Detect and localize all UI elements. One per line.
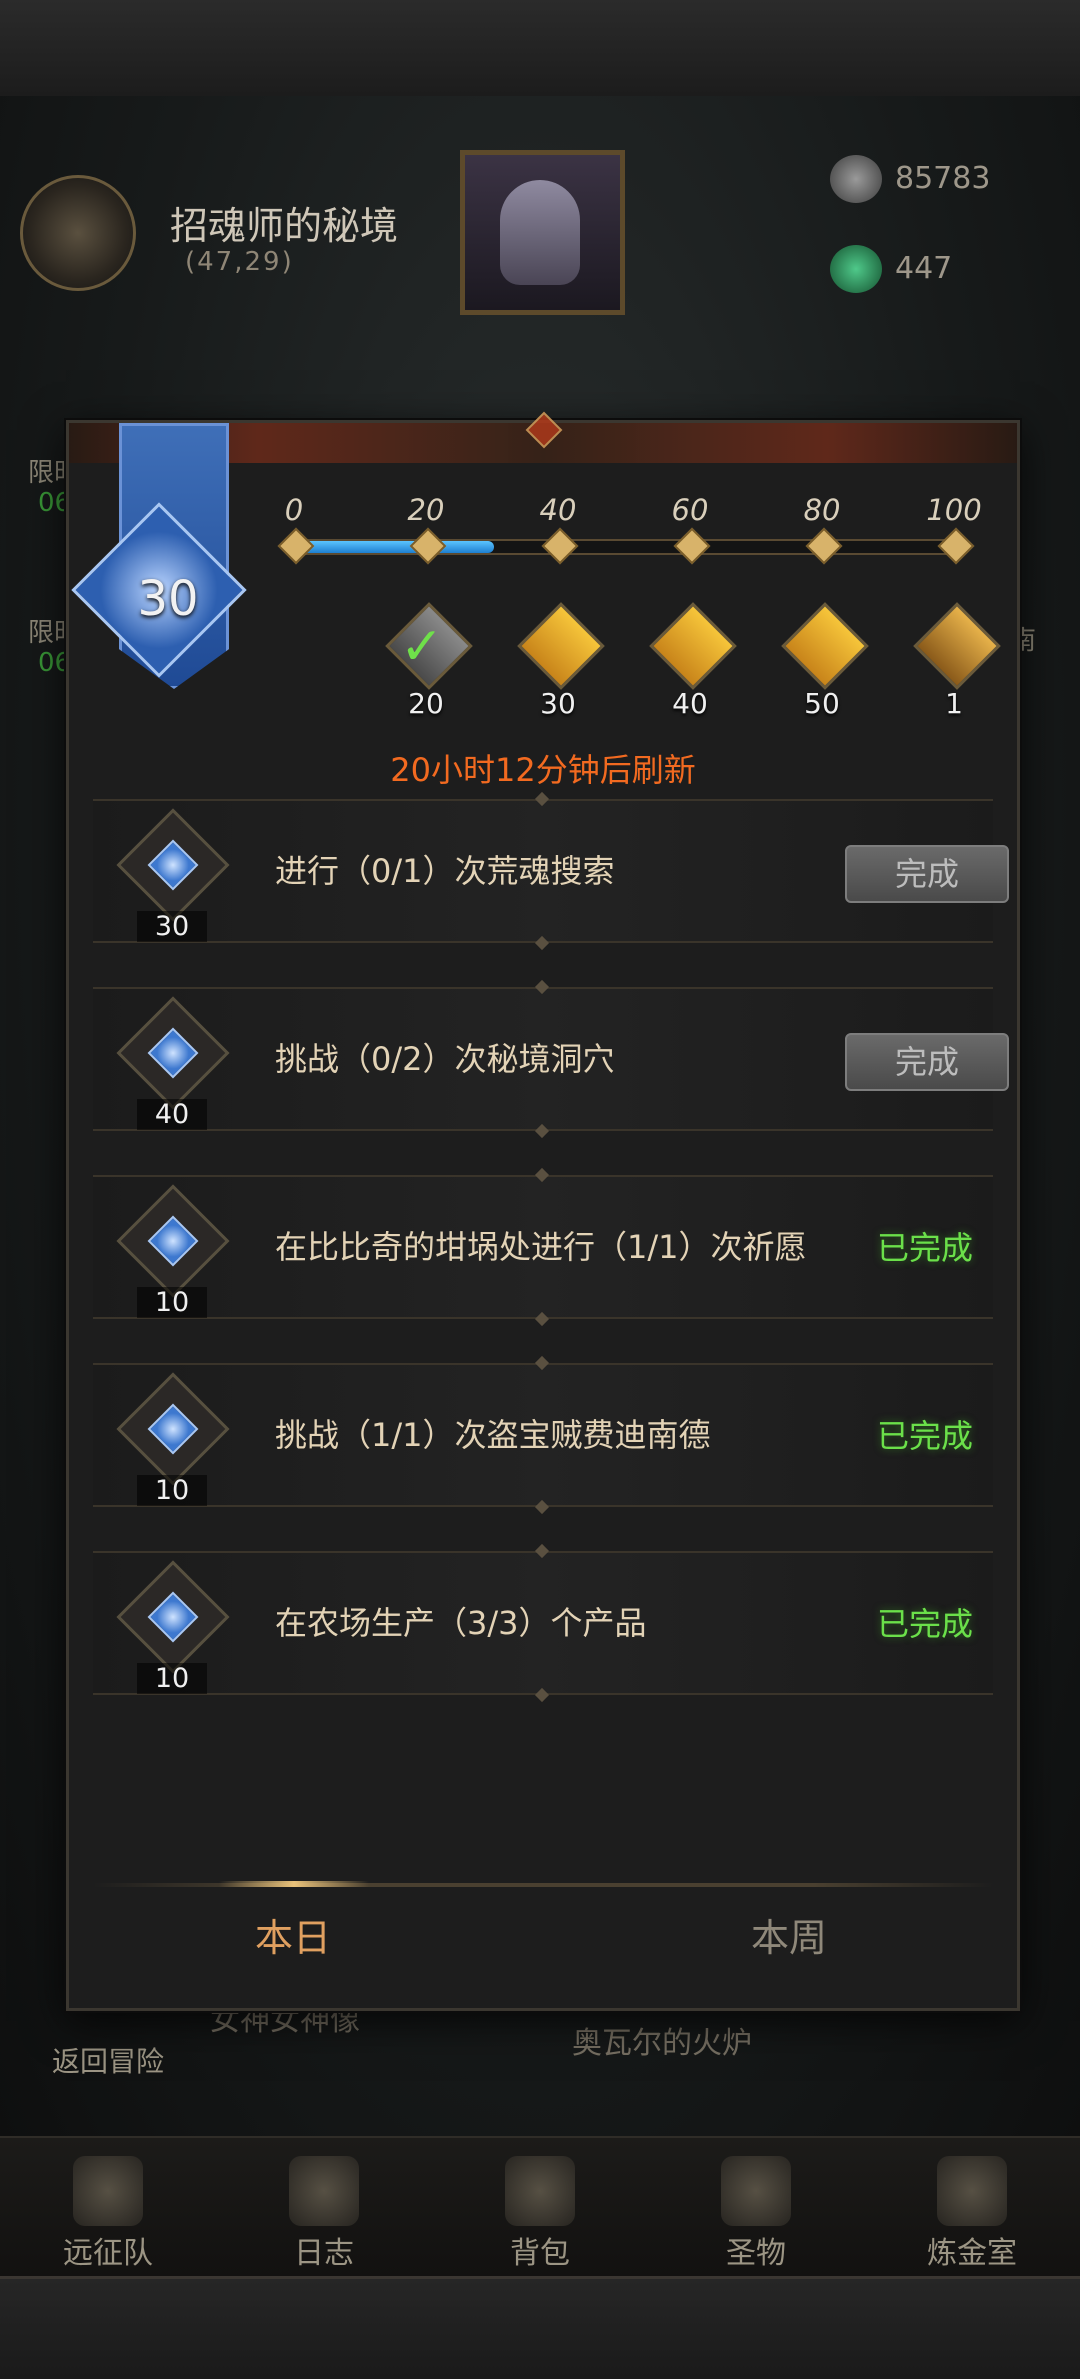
nav-label: 背包 xyxy=(510,2236,570,2271)
complete-button[interactable]: 完成 xyxy=(845,1033,1009,1091)
nav-item-expedition[interactable]: 远征队 xyxy=(0,2138,216,2278)
tick-marker xyxy=(277,527,315,565)
scroll-icon xyxy=(517,602,605,690)
reward-count: 50 xyxy=(804,687,840,720)
bottom-nav: 远征队 日志 背包 圣物 炼金室 xyxy=(0,2136,1080,2278)
task-points: 40 xyxy=(137,1099,207,1130)
nav-label: 圣物 xyxy=(726,2236,786,2271)
location-name: 招魂师的秘境 xyxy=(170,204,399,248)
task-points: 10 xyxy=(137,1663,207,1694)
reward-chest-60[interactable]: 40 xyxy=(640,602,740,723)
tick-label: 0 xyxy=(284,493,304,527)
task-description: 在比比奇的坩埚处进行（1/1）次祈愿 xyxy=(275,1228,807,1266)
nav-label: 炼金室 xyxy=(927,2236,1017,2271)
tick-marker xyxy=(673,527,711,565)
nav-item-backpack[interactable]: 背包 xyxy=(432,2138,648,2278)
check-icon: ✓ xyxy=(400,617,444,677)
torch-icon xyxy=(721,2156,791,2226)
location-coords: (47,29) xyxy=(185,247,294,277)
task-row: 30 进行（0/1）次荒魂搜索 完成 xyxy=(93,799,1009,943)
bottom-frame xyxy=(0,2276,1080,2379)
task-badge: 40 xyxy=(116,996,230,1130)
task-row: 40 挑战（0/2）次秘境洞穴 完成 xyxy=(93,987,1009,1131)
reward-count: 1 xyxy=(945,687,963,720)
tick-marker xyxy=(805,527,843,565)
tick-label: 100 xyxy=(926,493,982,527)
reward-count: 20 xyxy=(408,687,444,720)
return-adventure-label[interactable]: 返回冒险 xyxy=(52,2040,164,2080)
reward-chest-80[interactable]: 50 xyxy=(772,602,872,723)
activity-level: 30 xyxy=(137,571,199,627)
refresh-countdown: 20小时12分钟后刷新 xyxy=(390,751,696,789)
nav-item-journal[interactable]: 日志 xyxy=(216,2138,432,2278)
task-badge: 10 xyxy=(116,1184,230,1318)
tab-daily[interactable]: 本日 xyxy=(93,1893,493,1983)
gold-pile-icon xyxy=(913,602,1001,690)
scroll-icon xyxy=(781,602,869,690)
nav-label: 远征队 xyxy=(63,2236,153,2271)
helmet-icon xyxy=(73,2156,143,2226)
task-points: 30 xyxy=(137,911,207,942)
bg-label: 奥瓦尔的火炉 xyxy=(572,2026,752,2061)
completed-label: 已完成 xyxy=(876,1417,973,1455)
bag-icon xyxy=(505,2156,575,2226)
reward-chest-20[interactable]: ✓ 20 xyxy=(376,602,476,723)
green-gem-icon xyxy=(830,245,882,293)
location-emblem-icon xyxy=(20,175,136,291)
task-badge: 30 xyxy=(116,808,230,942)
reward-count: 40 xyxy=(672,687,708,720)
scroll-icon xyxy=(649,602,737,690)
reward-chest-40[interactable]: 30 xyxy=(508,602,608,723)
currency-ore-value: 85783 xyxy=(895,161,991,196)
tick-label: 80 xyxy=(803,493,841,527)
daily-tasks-modal: 30 0 20 40 60 80 100 ✓ 20 30 40 50 1 20小… xyxy=(66,420,1020,2011)
ore-icon xyxy=(830,155,882,203)
player-portrait[interactable] xyxy=(460,150,625,315)
nav-item-alchemy[interactable]: 炼金室 xyxy=(864,2138,1080,2278)
completed-label: 已完成 xyxy=(876,1605,973,1643)
completed-label: 已完成 xyxy=(876,1229,973,1267)
currency-gem: 447 xyxy=(830,245,1060,295)
nav-item-relics[interactable]: 圣物 xyxy=(648,2138,864,2278)
currency-ore: 85783 xyxy=(830,155,1060,205)
progress-fill xyxy=(296,541,494,553)
activity-progress-bar xyxy=(294,539,958,555)
scroll-icon xyxy=(289,2156,359,2226)
task-badge: 10 xyxy=(116,1372,230,1506)
tick-marker xyxy=(937,527,975,565)
tab-weekly[interactable]: 本周 xyxy=(589,1893,989,1983)
alchemy-icon xyxy=(937,2156,1007,2226)
task-row: 10 在农场生产（3/3）个产品 已完成 xyxy=(93,1551,993,1695)
tick-marker xyxy=(541,527,579,565)
task-badge: 10 xyxy=(116,1560,230,1694)
reward-chest-100[interactable]: 1 xyxy=(904,602,1004,723)
task-description: 挑战（0/2）次秘境洞穴 xyxy=(275,1040,615,1078)
task-points: 10 xyxy=(137,1287,207,1318)
task-points: 10 xyxy=(137,1475,207,1506)
active-tab-indicator xyxy=(219,1881,369,1887)
currency-gem-value: 447 xyxy=(895,251,953,286)
top-frame xyxy=(0,0,1080,99)
tick-label: 20 xyxy=(407,493,445,527)
complete-button[interactable]: 完成 xyxy=(845,845,1009,903)
reward-count: 30 xyxy=(540,687,576,720)
tick-marker xyxy=(409,527,447,565)
location-panel[interactable]: 招魂师的秘境 (47,29) xyxy=(20,165,420,291)
task-row: 10 挑战（1/1）次盗宝贼费迪南德 已完成 xyxy=(93,1363,993,1507)
nav-label: 日志 xyxy=(294,2236,354,2271)
tick-label: 60 xyxy=(671,493,709,527)
task-description: 在农场生产（3/3）个产品 xyxy=(275,1604,647,1642)
task-description: 进行（0/1）次荒魂搜索 xyxy=(275,852,615,890)
task-description: 挑战（1/1）次盗宝贼费迪南德 xyxy=(275,1416,711,1454)
tick-label: 40 xyxy=(539,493,577,527)
task-row: 10 在比比奇的坩埚处进行（1/1）次祈愿 已完成 xyxy=(93,1175,993,1319)
